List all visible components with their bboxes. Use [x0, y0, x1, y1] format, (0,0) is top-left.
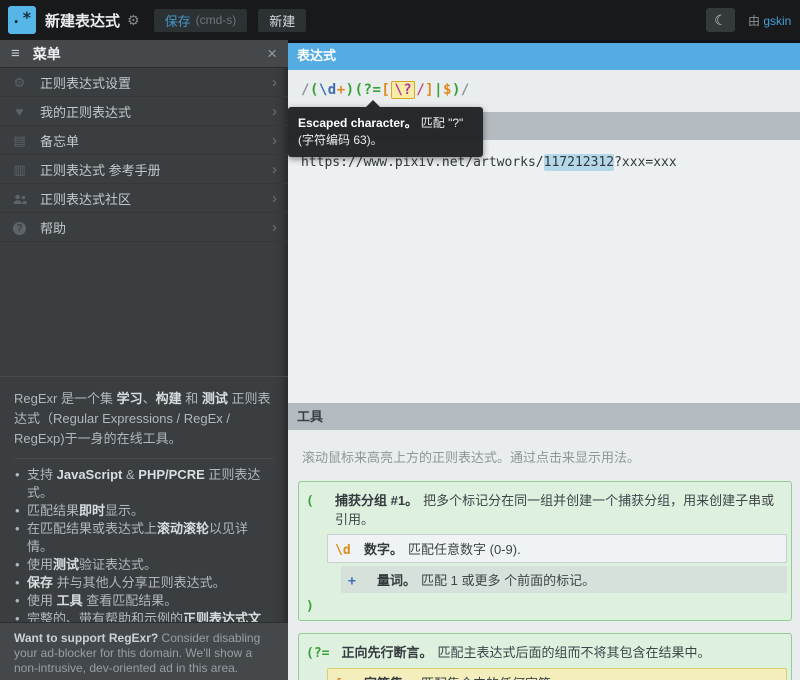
menu-list-icon: ≡	[11, 45, 20, 62]
explain-row-digit[interactable]: \d 数字。匹配任意数字 (0-9).	[327, 534, 787, 563]
reference-icon: ▥	[11, 163, 28, 176]
expression-settings-gear-icon[interactable]: ⚙	[127, 12, 140, 29]
regex-token: |	[434, 82, 443, 98]
group-open-token: (	[306, 494, 323, 509]
explain-text: 数字。匹配任意数字 (0-9).	[364, 539, 521, 558]
explain-text: 字符集。匹配集合中的任何字符。	[364, 673, 564, 680]
sidebar-item-community[interactable]: 正则表达式社区 ›	[0, 184, 288, 213]
sidebar-item-reference[interactable]: ▥ 正则表达式 参考手册 ›	[0, 155, 288, 184]
token-tooltip: Escaped character。匹配 "?" (字符编码 63)。	[288, 107, 483, 157]
tools-hint: 滚动鼠标来高亮上方的正则表达式。通过点击来显示用法。	[288, 430, 800, 481]
regex-token: (	[310, 82, 319, 98]
save-label: 保存	[165, 11, 191, 30]
chevron-right-icon: ›	[272, 74, 277, 91]
sidebar-item-label: 帮助	[40, 218, 272, 237]
regexr-logo-icon[interactable]: .*	[8, 6, 36, 34]
feature-item: 使用 工具 查看匹配结果。	[14, 592, 274, 610]
regex-token: )	[452, 82, 461, 98]
feature-item: 支持 JavaScript & PHP/PCRE 正则表达式。	[14, 466, 274, 502]
close-icon[interactable]: ×	[267, 45, 277, 62]
regex-token: ]	[425, 82, 434, 98]
sidebar-item-label: 我的正则表达式	[40, 102, 272, 121]
match-highlight: 117212312	[544, 154, 614, 171]
sidebar-item-help[interactable]: ? 帮助 ›	[0, 213, 288, 242]
sidebar: ≡ 菜单 × ⚙ 正则表达式设置 › ♥ 我的正则表达式 › ▤ 备忘单 › ▥…	[0, 40, 288, 680]
group-close-token: )	[306, 599, 323, 614]
explain-row-charset[interactable]: [ 字符集。匹配集合中的任何字符。 \? Escaped character。匹…	[327, 668, 787, 680]
regex-token: +	[337, 82, 346, 98]
feature-item: 保存 并与其他人分享正则表达式。	[14, 574, 274, 592]
sidebar-item-label: 正则表达式 参考手册	[40, 160, 272, 179]
digit-token: \d	[335, 543, 352, 558]
expression-input[interactable]: /(\d+)(?=[\?/]|$)/	[288, 70, 800, 112]
explain-group-box: ( 捕获分组 #1。把多个标记分在同一组并创建一个捕获分组，用来创建子串或引用。…	[298, 481, 792, 621]
save-button[interactable]: 保存 (cmd-s)	[154, 9, 248, 32]
explain-text: 捕获分组 #1。把多个标记分在同一组并创建一个捕获分组，用来创建子串或引用。	[335, 490, 782, 528]
regex-token: \d	[319, 82, 337, 98]
top-bar: .* 新建表达式 ⚙ 保存 (cmd-s) 新建 ☾ 由 gskin	[0, 0, 800, 40]
heart-icon: ♥	[11, 105, 28, 118]
regex-token: /	[461, 82, 470, 98]
new-button[interactable]: 新建	[258, 9, 306, 32]
cheatsheet-icon: ▤	[11, 134, 28, 147]
tooltip-title: Escaped character。	[298, 116, 417, 130]
sidebar-item-label: 正则表达式社区	[40, 189, 272, 208]
chevron-right-icon: ›	[272, 132, 277, 149]
page-title: 新建表达式	[45, 10, 120, 31]
divider	[14, 458, 274, 459]
regex-token: /	[301, 82, 310, 98]
help-icon: ?	[11, 220, 28, 235]
regex-token: [	[381, 82, 390, 98]
lookahead-token: (?=	[306, 646, 329, 661]
feature-item: 匹配结果即时显示。	[14, 502, 274, 520]
chevron-right-icon: ›	[272, 219, 277, 236]
byline-prefix: 由	[748, 14, 763, 28]
gear-icon: ⚙	[11, 76, 28, 89]
regex-token: /	[416, 82, 425, 98]
save-shortcut: (cmd-s)	[196, 13, 237, 27]
test-text: ?xxx=xxx	[614, 155, 677, 170]
explain-text: 正向先行断言。匹配主表达式后面的组而不将其包含在结果中。	[341, 642, 710, 661]
test-text: https://www.pixiv.net/artworks/	[301, 155, 544, 170]
new-label: 新建	[269, 11, 295, 30]
about-description: RegExr 是一个集 学习、构建 和 测试 正则表达式（Regular Exp…	[14, 389, 274, 449]
regex-token: $	[443, 82, 452, 98]
topbar-right: ☾ 由 gskin	[706, 8, 800, 32]
regex-token-hovered: \?	[391, 81, 415, 99]
menu-title: 菜单	[33, 44, 267, 64]
sidebar-item-settings[interactable]: ⚙ 正则表达式设置 ›	[0, 68, 288, 97]
community-icon	[11, 191, 28, 204]
regex-token: )	[346, 82, 355, 98]
explain-lookahead-box: (?= 正向先行断言。匹配主表达式后面的组而不将其包含在结果中。 [ 字符集。匹…	[298, 633, 792, 680]
explain-row-group-close[interactable]: )	[299, 596, 789, 615]
explain-row-quantifier[interactable]: + 量词。匹配 1 或更多 个前面的标记。	[341, 566, 787, 593]
main-panel: 表达式 /(\d+)(?=[\?/]|$)/ https://www.pixiv…	[288, 40, 800, 680]
chevron-right-icon: ›	[272, 190, 277, 207]
sidebar-item-cheatsheet[interactable]: ▤ 备忘单 ›	[0, 126, 288, 155]
tools-section-header: 工具	[288, 403, 800, 430]
quantifier-token: +	[348, 574, 365, 589]
regex-token: (?=	[355, 82, 382, 98]
menu-header: ≡ 菜单 ×	[0, 40, 288, 68]
byline: 由 gskin	[748, 12, 800, 29]
expression-section-header: 表达式	[288, 40, 800, 70]
sidebar-item-label: 备忘单	[40, 131, 272, 150]
explain-text: 量词。匹配 1 或更多 个前面的标记。	[377, 570, 595, 589]
feature-item: 在匹配结果或表达式上滚动滚轮以见详情。	[14, 520, 274, 556]
explain-row-capture-group[interactable]: ( 捕获分组 #1。把多个标记分在同一组并创建一个捕获分组，用来创建子串或引用。	[299, 486, 789, 532]
theme-toggle-moon-icon[interactable]: ☾	[706, 8, 735, 32]
regexr-app: .* 新建表达式 ⚙ 保存 (cmd-s) 新建 ☾ 由 gskin ≡ 菜单 …	[0, 0, 800, 680]
test-text-area[interactable]: https://www.pixiv.net/artworks/117212312…	[288, 140, 800, 403]
sidebar-item-my-patterns[interactable]: ♥ 我的正则表达式 ›	[0, 97, 288, 126]
chevron-right-icon: ›	[272, 103, 277, 120]
byline-author-link[interactable]: gskin	[763, 14, 791, 28]
tools-content: 滚动鼠标来高亮上方的正则表达式。通过点击来显示用法。 ( 捕获分组 #1。把多个…	[288, 430, 800, 680]
ad-blocker-notice: Want to support RegExr? Consider disabli…	[0, 622, 288, 680]
explain-row-lookahead[interactable]: (?= 正向先行断言。匹配主表达式后面的组而不将其包含在结果中。	[299, 638, 789, 665]
chevron-right-icon: ›	[272, 161, 277, 178]
feature-item: 使用测试验证表达式。	[14, 556, 274, 574]
sidebar-item-label: 正则表达式设置	[40, 73, 272, 92]
